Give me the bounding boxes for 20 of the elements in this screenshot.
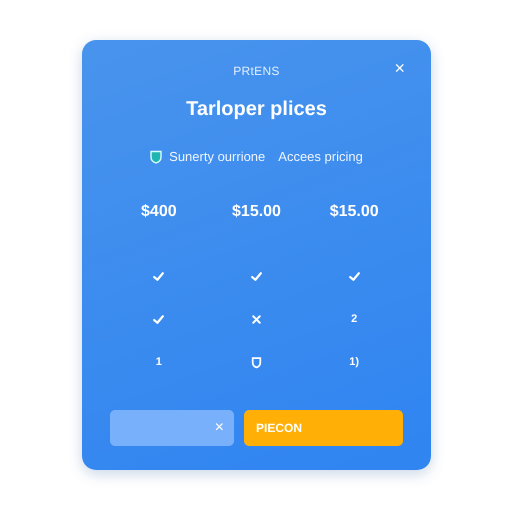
table-cell: 1 xyxy=(156,356,162,368)
close-button[interactable]: × xyxy=(390,58,409,78)
clear-button[interactable]: × xyxy=(110,410,234,446)
dialog-title: Tarloper plices xyxy=(185,98,328,121)
plan-price: $400 xyxy=(141,203,177,221)
cross-icon xyxy=(250,312,263,326)
primary-button[interactable]: PIECON xyxy=(244,410,403,446)
check-icon xyxy=(348,270,361,282)
plan-price: $15.00 xyxy=(330,203,379,221)
check-icon xyxy=(152,312,166,326)
table-cell: 2 xyxy=(351,313,358,325)
pricing-link[interactable]: Accees pricing xyxy=(278,149,363,164)
check-icon xyxy=(250,270,263,282)
plan-price: $15.00 xyxy=(232,203,281,221)
shield-icon xyxy=(250,356,263,368)
dialog-eyebrow: PRtENS xyxy=(233,64,280,78)
shield-icon xyxy=(150,150,162,164)
tagline-text: Sunerty ourrione xyxy=(169,149,266,164)
table-cell: 1) xyxy=(349,356,360,368)
check-icon xyxy=(152,270,166,282)
